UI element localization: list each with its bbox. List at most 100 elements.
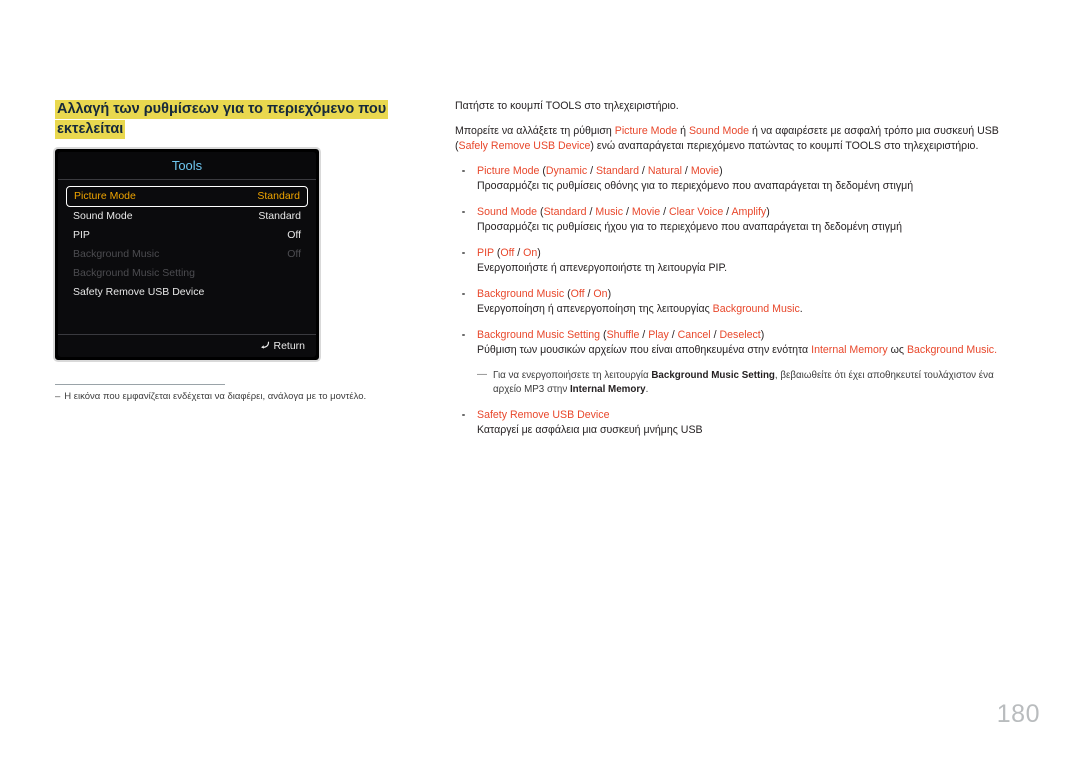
footnote-divider <box>55 384 225 385</box>
option-3: Deselect <box>719 328 761 341</box>
option-3: Clear Voice <box>669 205 724 218</box>
osd-row-value: Off <box>287 229 301 241</box>
bullet-description: Ενεργοποιήστε ή απενεργοποιήστε τη λειτο… <box>477 262 728 274</box>
desc-post: . <box>799 303 803 315</box>
description-paragraph: Μπορείτε να αλλάξετε τη ρύθμιση Picture … <box>455 124 1015 155</box>
option-0: Off <box>500 246 515 259</box>
bullet-title: Sound Mode (Standard / Music / Movie / C… <box>477 205 770 218</box>
bullet-title: Background Music Setting (Shuffle / Play… <box>477 328 765 341</box>
bullet-description: Προσαρμόζει τις ρυθμίσεις οθόνης για το … <box>477 180 914 192</box>
desc-pre: Ρύθμιση των μουσικών αρχείων που είναι α… <box>477 344 812 356</box>
osd-title: Tools <box>58 152 316 180</box>
bullet-safety-remove-usb-device: Safety Remove USB Device Καταργεί με ασφ… <box>455 408 1015 439</box>
bullet-pip: PIP (Off / On) Ενεργοποιήστε ή απενεργοπ… <box>455 246 1015 277</box>
osd-row-background-music-setting: Background Music Setting <box>66 264 308 283</box>
background-music-setting-note: ― Για να ενεργοποιήσετε τη λειτουργία Bac… <box>477 369 1015 398</box>
option-4: Amplify <box>731 205 767 218</box>
bullet-description: Ρύθμιση των μουσικών αρχείων που είναι α… <box>477 343 1015 359</box>
option-0: Off <box>570 287 585 300</box>
option-2: Cancel <box>677 328 711 341</box>
osd-row-sound-mode[interactable]: Sound Mode Standard <box>66 207 308 226</box>
bullet-description: Ενεργοποίηση ή απενεργοποίηση της λειτου… <box>477 302 1015 318</box>
osd-row-picture-mode[interactable]: Picture Mode Standard <box>66 186 308 207</box>
footnote-text: Η εικόνα που εμφανίζεται ενδέχεται να δι… <box>64 391 367 402</box>
desc-term-internal-memory: Internal Memory <box>811 344 888 356</box>
option-1: Music <box>595 205 624 218</box>
page-title-line-1: Αλλαγή των ρυθμίσεων για το περιεχόμενο … <box>55 100 389 119</box>
option-1: On <box>593 287 608 300</box>
osd-row-label: Sound Mode <box>73 210 133 222</box>
bullet-background-music-setting: Background Music Setting (Shuffle / Play… <box>455 328 1015 359</box>
option-1: Standard <box>595 164 639 177</box>
image-footnote: – Η εικόνα που εμφανίζεται ενδέχεται να δ… <box>55 390 455 404</box>
note-term-bms: Background Music Setting <box>651 369 775 381</box>
osd-menu-list: Picture Mode Standard Sound Mode Standar… <box>58 180 316 302</box>
osd-row-value: Off <box>287 248 301 260</box>
osd-row-label: Background Music Setting <box>73 267 195 279</box>
page-title: Αλλαγή των ρυθμίσεων για το περιεχόμενο … <box>55 99 415 139</box>
desc-pre: Ενεργοποίηση ή απενεργοποίηση της λειτου… <box>477 303 713 315</box>
note-seg-1: Για να ενεργοποιήσετε τη λειτουργία <box>493 369 652 381</box>
bullet-term: Background Music Setting <box>477 328 601 341</box>
paren-close: ) <box>537 246 541 259</box>
bullet-term: Sound Mode <box>477 205 538 218</box>
option-2: Natural <box>647 164 682 177</box>
bullet-description: Προσαρμόζει τις ρυθμίσεις ήχου για το πε… <box>477 221 903 233</box>
bullet-title: Picture Mode (Dynamic / Standard / Natur… <box>477 164 723 177</box>
desc-mid: ως <box>887 344 907 356</box>
bullet-term: PIP <box>477 246 494 259</box>
osd-row-pip[interactable]: PIP Off <box>66 226 308 245</box>
option-3: Movie <box>690 164 720 177</box>
option-1: On <box>523 246 538 259</box>
note-dash: ― <box>477 368 487 380</box>
desc-term-background-music: Background Music <box>906 344 995 356</box>
desc-seg-1: Μπορείτε να αλλάξετε τη ρύθμιση <box>455 124 615 137</box>
paren-close: ) <box>607 287 612 300</box>
note-seg-3: . <box>645 384 649 395</box>
desc-seg-4: ) ενώ αναπαράγεται περιεχόμενο πατώντας … <box>590 140 979 152</box>
desc-term-sound-mode: Sound Mode <box>688 124 750 137</box>
bullet-term: Background Music <box>477 287 565 300</box>
tools-osd-menu: Tools Picture Mode Standard Sound Mode S… <box>53 147 321 362</box>
bullet-title: PIP (Off / On) <box>477 246 541 259</box>
bullet-description: Καταργεί με ασφάλεια μια συσκευή μνήμης … <box>477 424 703 436</box>
desc-term-safely-remove-usb: Safely Remove USB Device <box>458 140 591 152</box>
osd-inner-panel: Tools Picture Mode Standard Sound Mode S… <box>58 152 316 357</box>
desc-post: . <box>994 344 998 356</box>
bullet-picture-mode: Picture Mode (Dynamic / Standard / Natur… <box>455 164 1015 195</box>
paren-close: ) <box>766 205 770 218</box>
desc-term-picture-mode: Picture Mode <box>614 124 678 137</box>
paren-close: ) <box>719 164 723 177</box>
osd-row-label: Picture Mode <box>74 190 136 202</box>
osd-row-value: Standard <box>258 210 301 222</box>
right-content-column: Πατήστε το κουμπί TOOLS στο τηλεχειριστή… <box>455 99 1015 449</box>
paren-close: ) <box>760 328 765 341</box>
bullet-background-music: Background Music (Off / On) Ενεργοποίηση… <box>455 287 1015 318</box>
osd-footer: Return <box>58 334 316 357</box>
option-2: Movie <box>631 205 661 218</box>
bullet-sound-mode: Sound Mode (Standard / Music / Movie / C… <box>455 205 1015 236</box>
option-0: Shuffle <box>606 328 640 341</box>
note-term-internal-memory: Internal Memory <box>569 384 646 395</box>
osd-row-label: PIP <box>73 229 90 241</box>
intro-paragraph: Πατήστε το κουμπί TOOLS στο τηλεχειριστή… <box>455 100 679 112</box>
osd-row-safety-remove-usb-device[interactable]: Safety Remove USB Device <box>66 283 308 302</box>
bullet-title: Background Music (Off / On) <box>477 287 612 300</box>
options-bullet-list: Picture Mode (Dynamic / Standard / Natur… <box>455 164 1015 439</box>
page-number: 180 <box>996 700 1040 728</box>
page-title-line-2: εκτελείται <box>55 120 126 139</box>
osd-footer-label: Return <box>273 340 305 352</box>
return-arrow-icon <box>259 336 270 357</box>
bullet-title: Safety Remove USB Device <box>477 408 610 421</box>
option-0: Dynamic <box>545 164 588 177</box>
osd-row-background-music: Background Music Off <box>66 245 308 264</box>
option-1: Play <box>648 328 669 341</box>
desc-seg-2: ή <box>677 124 689 137</box>
footnote-dash: – <box>55 391 61 402</box>
option-0: Standard <box>543 205 587 218</box>
osd-row-label: Background Music <box>73 248 160 260</box>
osd-row-value: Standard <box>257 190 300 202</box>
desc-term: Background Music <box>712 303 800 315</box>
bullet-term: Picture Mode <box>477 164 540 177</box>
osd-row-label: Safety Remove USB Device <box>73 286 205 298</box>
